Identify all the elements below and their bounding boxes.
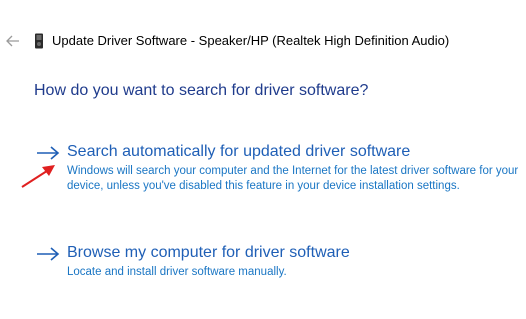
search-automatically-title[interactable]: Search automatically for updated driver … xyxy=(67,143,410,161)
back-arrow-icon xyxy=(6,35,19,47)
page-heading: How do you want to search for driver sof… xyxy=(34,82,369,99)
arrow-right-icon xyxy=(37,146,60,160)
back-button[interactable] xyxy=(4,32,22,50)
update-driver-window: Update Driver Software - Speaker/HP (Rea… xyxy=(0,0,526,319)
window-title: Update Driver Software - Speaker/HP (Rea… xyxy=(52,33,450,48)
search-automatically-description: Windows will search your computer and th… xyxy=(67,165,519,192)
browse-computer-title[interactable]: Browse my computer for driver software xyxy=(67,244,350,262)
annotation-red-arrow-icon xyxy=(21,165,55,188)
browse-computer-description: Locate and install driver software manua… xyxy=(67,266,287,278)
titlebar: Update Driver Software - Speaker/HP (Rea… xyxy=(0,30,526,52)
speaker-device-icon xyxy=(35,33,43,49)
arrow-right-icon xyxy=(37,247,60,261)
